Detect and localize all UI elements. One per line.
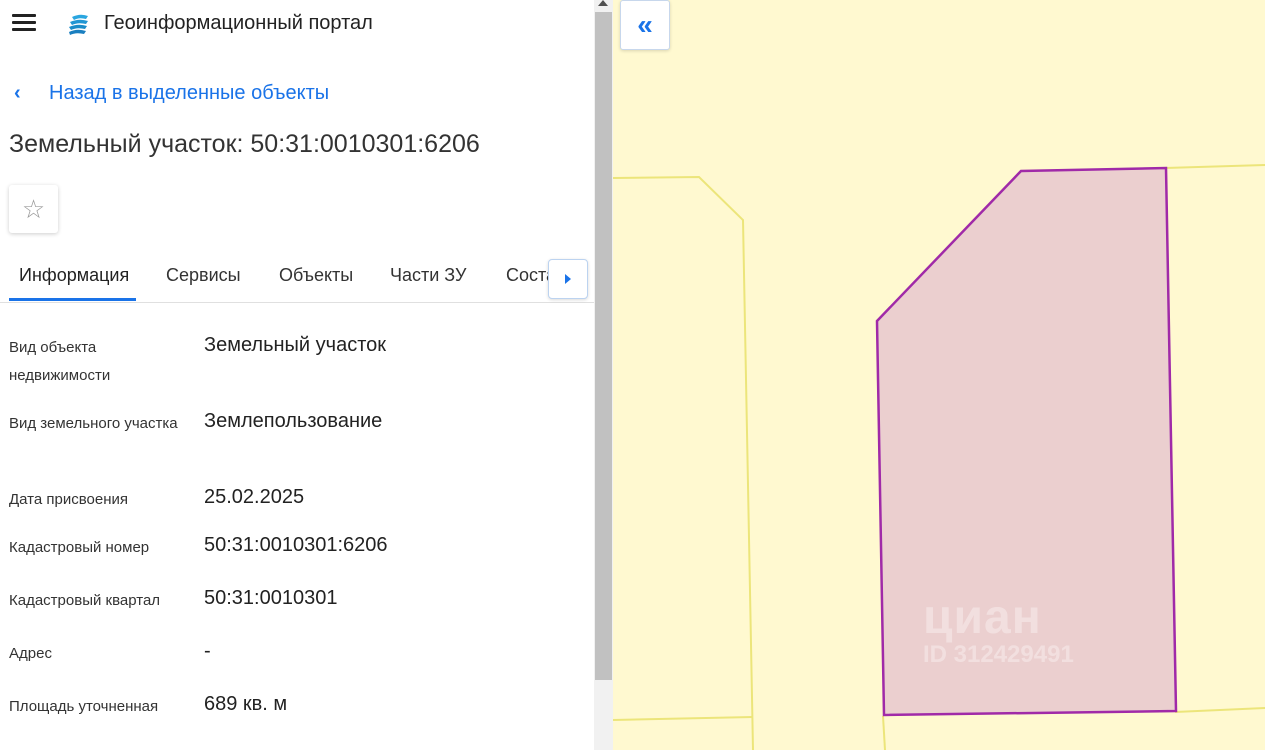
property-value: 25.02.2025 <box>204 486 305 508</box>
star-outline-icon: ☆ <box>21 193 46 224</box>
tab-parcel-parts[interactable]: Части ЗУ <box>390 265 466 286</box>
map-view[interactable]: « циан ID 312429491 <box>613 0 1265 750</box>
back-link-label: Назад в выделенные объекты <box>49 82 330 104</box>
cadastral-boundary <box>1174 707 1265 713</box>
menu-icon[interactable] <box>12 14 36 34</box>
info-panel: Геоинформационный портал ‹ Назад в выдел… <box>0 0 594 750</box>
property-value: 50:31:0010301 <box>204 587 338 609</box>
collapse-panel-button[interactable]: « <box>620 0 670 50</box>
property-label: Кадастровый номер <box>9 539 150 556</box>
watermark-brand: циан <box>923 591 1042 644</box>
back-to-selection-link[interactable]: ‹ Назад в выделенные объекты <box>14 82 329 105</box>
scrollbar-thumb[interactable] <box>595 12 612 680</box>
property-label: Площадь уточненная <box>9 698 159 715</box>
property-label: Вид земельного участка <box>9 415 178 432</box>
tab-bar: Информация Сервисы Объекты Части ЗУ Сост… <box>0 250 594 303</box>
cadastral-boundary <box>1164 164 1265 169</box>
triangle-right-icon <box>565 274 571 284</box>
property-value: Землепользование <box>204 410 383 432</box>
top-bar: Геоинформационный портал <box>0 0 594 48</box>
tabs-scroll-right-button[interactable] <box>548 259 588 299</box>
tab-services[interactable]: Сервисы <box>166 265 241 286</box>
property-label: Вид объекта недвижимости <box>9 339 111 384</box>
scroll-up-arrow-icon[interactable] <box>598 0 608 6</box>
cadastral-boundary <box>613 175 754 750</box>
app-title: Геоинформационный портал <box>104 12 373 34</box>
property-value: Земельный участок <box>204 334 387 356</box>
tab-information[interactable]: Информация <box>19 265 129 286</box>
page-title: Земельный участок: 50:31:0010301:6206 <box>9 130 480 158</box>
chevron-left-icon: ‹ <box>14 82 21 104</box>
cadastral-boundary <box>882 715 886 750</box>
panel-scrollbar[interactable] <box>594 0 613 750</box>
watermark: циан ID 312429491 <box>923 590 1074 669</box>
property-label: Дата присвоения <box>9 491 128 508</box>
double-chevron-left-icon: « <box>637 9 653 40</box>
property-value: - <box>204 640 211 662</box>
tab-objects[interactable]: Объекты <box>279 265 353 286</box>
property-value: 689 кв. м <box>204 693 288 715</box>
active-tab-indicator <box>9 298 136 301</box>
property-label: Кадастровый квартал <box>9 592 161 609</box>
property-label: Адрес <box>9 645 52 662</box>
cadastral-boundary <box>613 716 754 721</box>
portal-logo-icon <box>69 14 88 35</box>
watermark-id: ID 312429491 <box>923 641 1074 668</box>
property-value: 50:31:0010301:6206 <box>204 534 388 556</box>
favorite-button[interactable]: ☆ <box>9 185 58 233</box>
